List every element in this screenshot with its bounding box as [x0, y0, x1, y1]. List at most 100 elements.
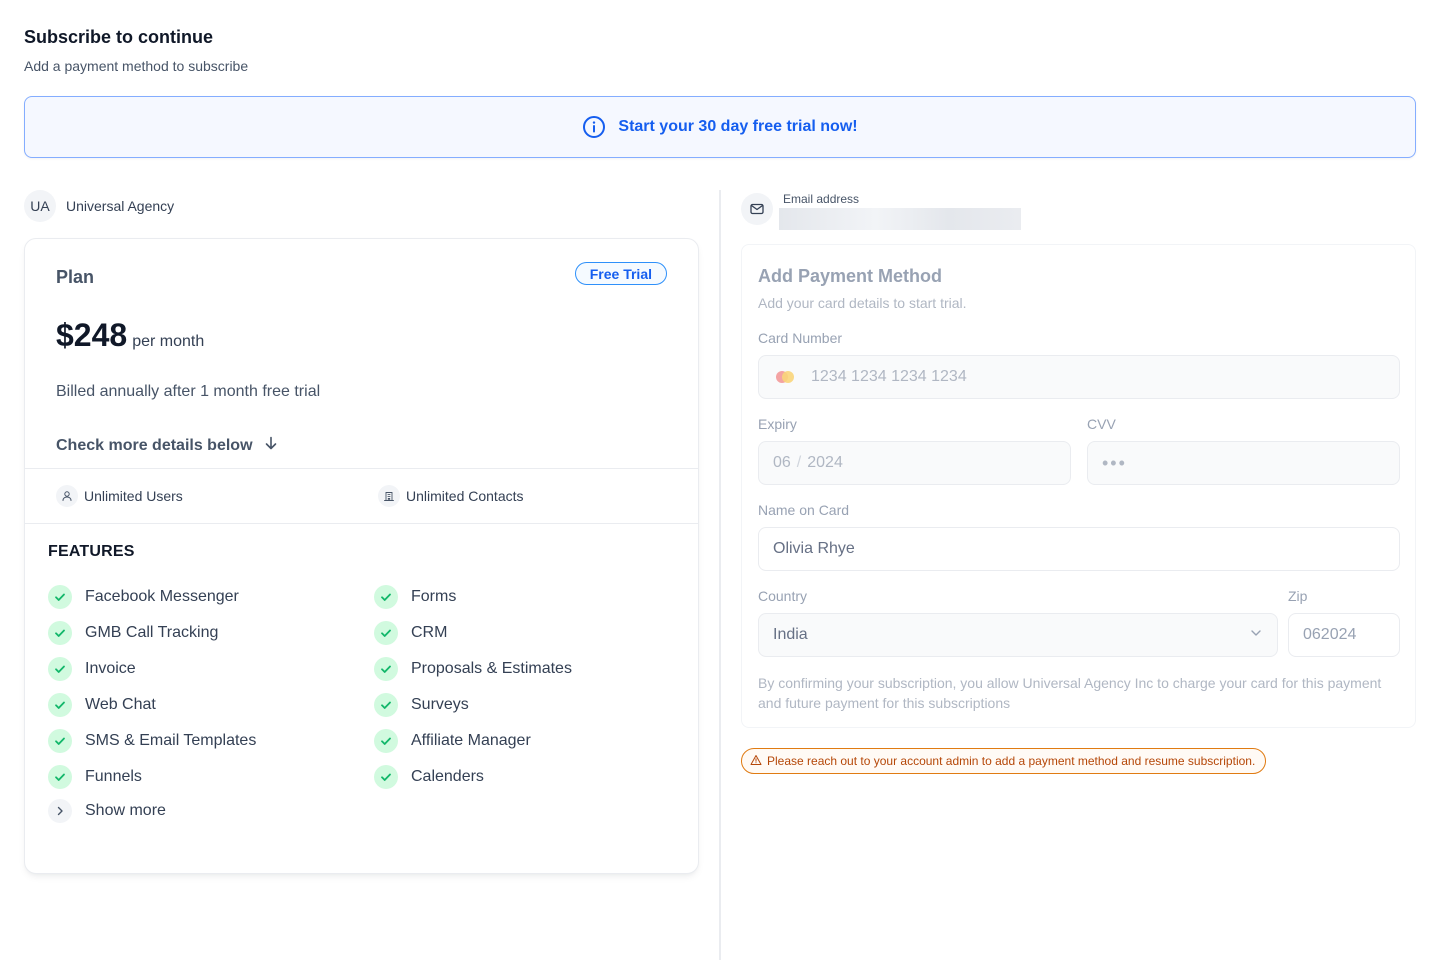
- show-more-label: Show more: [85, 802, 166, 819]
- zip-value: 062024: [1303, 626, 1357, 643]
- user-icon: [56, 485, 78, 507]
- payment-method-form: Add Payment Method Add your card details…: [741, 244, 1416, 728]
- trial-banner-text: Start your 30 day free trial now!: [618, 118, 858, 135]
- feature-label: CRM: [411, 624, 448, 641]
- features-list-right: Forms CRM Proposals & Estimates Surveys …: [374, 579, 572, 795]
- feature-label: GMB Call Tracking: [85, 624, 219, 641]
- divider: [25, 468, 698, 469]
- features-title: FEATURES: [48, 543, 135, 560]
- feature-label: Invoice: [85, 660, 136, 677]
- feature-item: Invoice: [48, 651, 256, 687]
- limit-users-label: Unlimited Users: [84, 488, 183, 504]
- expiry-year: 2024: [807, 454, 843, 471]
- feature-label: Web Chat: [85, 696, 156, 713]
- check-icon: [48, 657, 72, 681]
- admin-warning: Please reach out to your account admin t…: [741, 748, 1267, 774]
- check-icon: [374, 765, 398, 789]
- card-number-label: Card Number: [758, 330, 843, 346]
- mastercard-icon: [773, 369, 797, 385]
- check-icon: [374, 657, 398, 681]
- agency-info: UA Universal Agency: [24, 190, 174, 222]
- card-number-placeholder: 1234 1234 1234 1234: [811, 368, 967, 385]
- check-details-label: Check more details below: [56, 436, 253, 454]
- check-icon: [48, 621, 72, 645]
- show-more-button[interactable]: Show more: [48, 799, 166, 823]
- name-on-card-input[interactable]: Olivia Rhye: [758, 527, 1400, 571]
- warning-text: Please reach out to your account admin t…: [767, 754, 1256, 768]
- zip-input[interactable]: 062024: [1288, 613, 1400, 657]
- name-on-card-label: Name on Card: [758, 502, 850, 518]
- limit-contacts-label: Unlimited Contacts: [406, 488, 524, 504]
- email-value-redacted: [779, 208, 1021, 230]
- feature-item: Facebook Messenger: [48, 579, 256, 615]
- check-icon: [374, 729, 398, 753]
- free-trial-badge: Free Trial: [574, 262, 667, 285]
- price-row: $248 per month: [56, 317, 204, 354]
- feature-item: Calenders: [374, 759, 572, 795]
- column-divider: [719, 190, 721, 960]
- feature-label: Proposals & Estimates: [411, 660, 572, 677]
- feature-item: Affiliate Manager: [374, 723, 572, 759]
- check-icon: [374, 585, 398, 609]
- check-icon: [374, 693, 398, 717]
- payment-title: Add Payment Method: [758, 266, 943, 286]
- feature-item: Funnels: [48, 759, 256, 795]
- feature-item: CRM: [374, 615, 572, 651]
- cvv-placeholder: •••: [1102, 452, 1127, 473]
- plan-card: Plan Free Trial $248 per month Billed an…: [24, 238, 699, 874]
- consent-text: By confirming your subscription, you all…: [758, 675, 1382, 711]
- page-title: Subscribe to continue: [24, 27, 214, 47]
- feature-item: SMS & Email Templates: [48, 723, 256, 759]
- check-icon: [48, 729, 72, 753]
- warning-triangle-icon: [750, 754, 762, 769]
- name-on-card-value: Olivia Rhye: [773, 540, 855, 557]
- feature-label: Funnels: [85, 768, 142, 785]
- email-label: Email address: [783, 192, 860, 206]
- limit-contacts: Unlimited Contacts: [378, 485, 524, 507]
- payment-subtitle: Add your card details to start trial.: [758, 295, 967, 311]
- feature-label: Facebook Messenger: [85, 588, 239, 605]
- expiry-input[interactable]: 06 / 2024: [758, 441, 1071, 485]
- feature-item: GMB Call Tracking: [48, 615, 256, 651]
- avatar: UA: [24, 190, 56, 222]
- feature-item: Proposals & Estimates: [374, 651, 572, 687]
- divider: [25, 523, 698, 524]
- chevron-down-icon: [1249, 626, 1263, 645]
- price-period: per month: [132, 333, 205, 350]
- check-icon: [48, 585, 72, 609]
- cvv-input[interactable]: •••: [1087, 441, 1400, 485]
- email-info: Email address: [741, 192, 1021, 230]
- check-icon: [48, 765, 72, 789]
- feature-label: SMS & Email Templates: [85, 732, 257, 749]
- expiry-separator: /: [796, 454, 802, 471]
- feature-label: Calenders: [411, 768, 484, 785]
- price-amount: $248: [56, 317, 128, 353]
- page-subtitle: Add a payment method to subscribe: [24, 58, 249, 74]
- country-value: India: [773, 626, 808, 643]
- info-circle-icon: [582, 115, 606, 139]
- chevron-right-icon: [48, 799, 72, 823]
- card-number-input[interactable]: 1234 1234 1234 1234: [758, 355, 1400, 399]
- feature-item: Web Chat: [48, 687, 256, 723]
- plan-title: Plan: [56, 267, 95, 287]
- billing-note: Billed annually after 1 month free trial: [56, 383, 321, 400]
- trial-banner: Start your 30 day free trial now!: [24, 96, 1416, 158]
- agency-name: Universal Agency: [66, 198, 175, 214]
- check-icon: [48, 693, 72, 717]
- feature-label: Forms: [411, 588, 457, 605]
- country-select[interactable]: India: [758, 613, 1278, 657]
- expiry-label: Expiry: [758, 416, 797, 432]
- feature-label: Surveys: [411, 696, 469, 713]
- limit-users: Unlimited Users: [56, 485, 183, 507]
- arrow-down-icon: [263, 435, 279, 456]
- feature-item: Forms: [374, 579, 572, 615]
- check-details-link[interactable]: Check more details below: [56, 435, 279, 456]
- check-icon: [374, 621, 398, 645]
- cvv-label: CVV: [1087, 416, 1116, 432]
- building-icon: [378, 485, 400, 507]
- features-list-left: Facebook Messenger GMB Call Tracking Inv…: [48, 579, 256, 795]
- feature-label: Affiliate Manager: [411, 732, 531, 749]
- zip-label: Zip: [1288, 588, 1308, 604]
- mail-icon: [741, 193, 773, 225]
- country-label: Country: [758, 588, 808, 604]
